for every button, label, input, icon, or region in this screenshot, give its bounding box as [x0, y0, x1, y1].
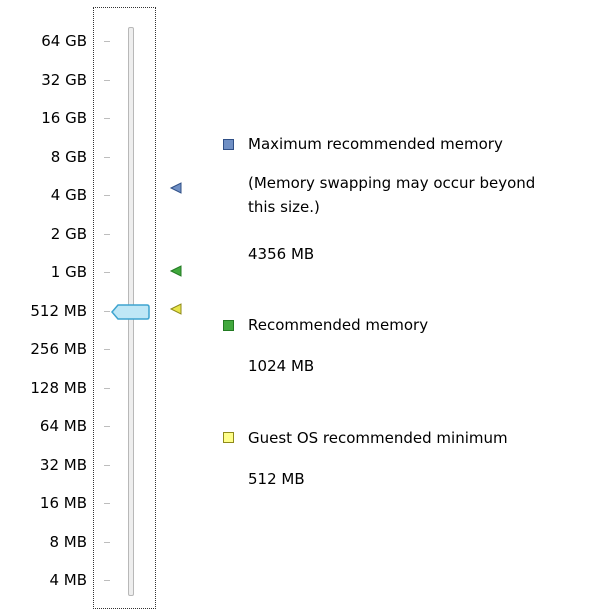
max-recommended-marker-icon	[169, 182, 182, 194]
tick-mark	[104, 195, 110, 196]
max-recommended-note: (Memory swapping may occur beyond this s…	[248, 174, 536, 216]
guest-min-marker-icon	[169, 303, 182, 315]
tick-mark	[104, 503, 110, 504]
tick-mark	[104, 41, 110, 42]
tick-label: 16 MB	[39, 494, 87, 512]
tick-label: 64 GB	[41, 32, 87, 50]
guest-min-value: 512 MB	[248, 470, 305, 488]
tick-mark	[104, 541, 110, 543]
tick-label: 16 GB	[41, 109, 87, 127]
tick-label: 2 GB	[50, 224, 87, 243]
tick-mark	[104, 272, 110, 273]
recommended-title: Recommended memory	[248, 316, 429, 334]
tick-label: 32 GB	[41, 70, 87, 89]
tick-mark	[104, 387, 110, 389]
tick-label: 4 MB	[49, 571, 87, 589]
guest-min-title: Guest OS recommended minimum	[248, 429, 508, 447]
tick-label: 512 MB	[30, 301, 87, 320]
slider-thumb-shape	[111, 304, 150, 320]
slider-thumb[interactable]	[110, 301, 150, 323]
max-recommended-value: 4356 MB	[248, 245, 315, 263]
guest-min-swatch-icon	[223, 432, 234, 443]
tick-label: 8 GB	[50, 147, 87, 166]
recommended-swatch-icon	[223, 320, 234, 331]
tick-mark	[104, 156, 110, 158]
max-recommended-swatch-icon	[223, 139, 234, 150]
tick-mark	[104, 79, 110, 81]
tick-label: 32 MB	[39, 455, 87, 474]
tick-label: 128 MB	[30, 378, 87, 397]
tick-mark	[104, 426, 110, 427]
tick-label: 256 MB	[30, 340, 87, 358]
tick-label: 4 GB	[50, 186, 87, 204]
tick-mark	[104, 349, 110, 350]
tick-label: 64 MB	[39, 417, 87, 435]
tick-mark	[104, 233, 110, 235]
tick-mark	[104, 580, 110, 581]
tick-mark	[104, 118, 110, 119]
recommended-value: 1024 MB	[248, 357, 315, 375]
recommended-marker-icon	[169, 265, 182, 277]
tick-label: 1 GB	[50, 263, 87, 281]
max-recommended-title: Maximum recommended memory	[248, 135, 503, 153]
tick-mark	[104, 464, 110, 466]
tick-label: 8 MB	[49, 532, 87, 551]
